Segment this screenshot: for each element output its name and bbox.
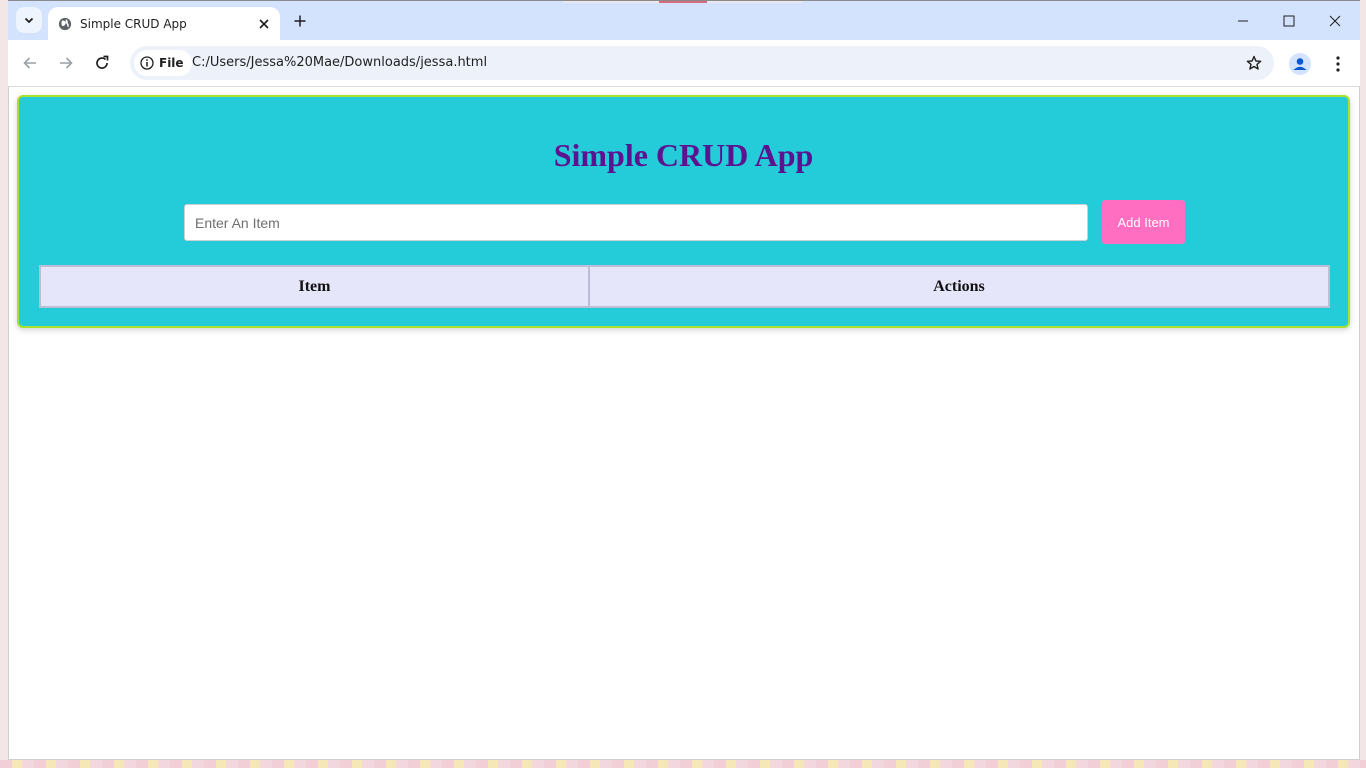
item-input[interactable] [184,204,1088,241]
profile-icon [1289,53,1311,75]
reload-button[interactable] [90,51,114,75]
new-tab-button[interactable] [290,11,310,31]
reload-icon [96,55,109,69]
maximize-button[interactable] [1266,1,1312,41]
add-item-button[interactable]: Add Item [1102,200,1185,244]
table-header-row: Item Actions [39,265,1330,308]
close-window-icon [1329,15,1341,27]
tab-title: Simple CRUD App [80,17,187,31]
star-icon [1246,55,1262,70]
desktop-background-strip [0,760,1366,768]
page-viewport: Simple CRUD App Add Item Item Actions [8,87,1360,760]
forward-button[interactable] [54,51,78,75]
minimize-icon [1238,20,1248,22]
kebab-menu-icon [1336,56,1340,72]
browser-window: Simple CRUD App File C:/Users/Jessa%20Ma… [0,0,1366,768]
window-accent-mark [659,1,707,3]
active-tab[interactable]: Simple CRUD App [48,7,280,41]
maximize-icon [1283,15,1295,27]
column-header-item: Item [39,265,590,308]
close-icon [259,19,269,29]
arrow-right-icon [60,57,73,69]
tab-close-button[interactable] [256,16,272,32]
profile-button[interactable] [1288,52,1312,76]
plus-icon [294,15,306,27]
globe-icon [58,17,72,31]
tab-search-button[interactable] [16,7,42,33]
site-info-label: File [159,56,184,70]
info-icon [140,56,154,70]
url-text[interactable]: C:/Users/Jessa%20Mae/Downloads/jessa.htm… [192,55,487,70]
chevron-down-icon [24,17,34,24]
close-window-button[interactable] [1312,1,1358,41]
column-header-actions: Actions [588,265,1330,308]
arrow-left-icon [23,57,36,69]
minimize-button[interactable] [1220,1,1266,41]
items-table: Item Actions [39,265,1330,308]
address-bar[interactable]: File C:/Users/Jessa%20Mae/Downloads/jess… [130,46,1274,80]
app-heading: Simple CRUD App [553,137,814,173]
browser-toolbar: File C:/Users/Jessa%20Mae/Downloads/jess… [8,40,1360,87]
bookmark-button[interactable] [1244,53,1264,73]
crud-app-panel: Simple CRUD App Add Item Item Actions [17,95,1350,328]
tab-strip: Simple CRUD App [8,0,1360,41]
back-button[interactable] [18,51,42,75]
browser-menu-button[interactable] [1328,52,1348,76]
site-info-chip[interactable]: File [134,50,192,76]
